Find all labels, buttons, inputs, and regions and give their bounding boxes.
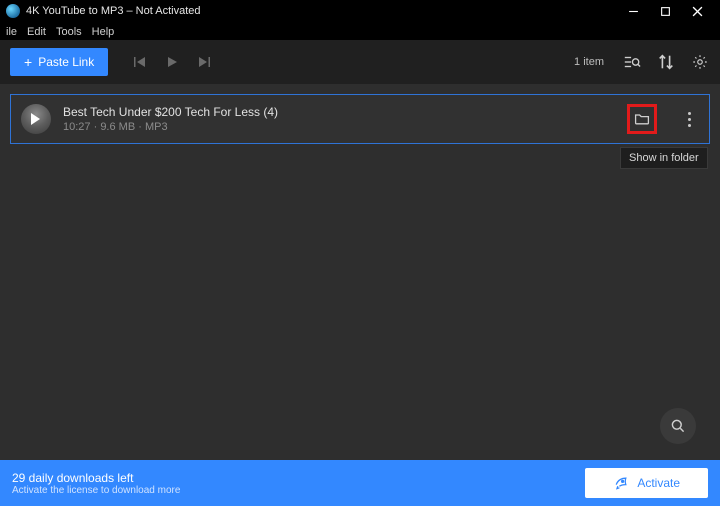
toolbar: + Paste Link 1 item [0,40,720,84]
play-button[interactable] [164,54,180,70]
toolbar-right: 1 item [574,52,710,72]
next-track-button[interactable] [196,54,212,70]
window-title: 4K YouTube to MP3 – Not Activated [26,5,626,17]
track-title: Best Tech Under $200 Tech For Less (4) [63,105,278,119]
footer: 29 daily downloads left Activate the lic… [0,460,720,506]
track-row[interactable]: Best Tech Under $200 Tech For Less (4) 1… [10,94,710,144]
menu-file[interactable]: ile [2,26,21,38]
menubar: ile Edit Tools Help [0,22,720,40]
downloads-left: 29 daily downloads left [12,471,180,485]
activate-button[interactable]: Activate [585,468,708,498]
plus-icon: + [24,55,32,69]
search-fab-button[interactable] [660,408,696,444]
track-info: Best Tech Under $200 Tech For Less (4) 1… [63,105,278,133]
track-menu-button[interactable] [679,112,699,127]
item-count: 1 item [574,56,604,68]
activate-icon [613,475,629,491]
paste-link-label: Paste Link [38,55,94,69]
track-meta: 10:27 · 9.6 MB · MP3 [63,121,278,133]
tooltip-show-in-folder: Show in folder [620,147,708,169]
footer-left: 29 daily downloads left Activate the lic… [12,471,180,496]
titlebar: 4K YouTube to MP3 – Not Activated [0,0,720,22]
show-in-folder-button[interactable] [627,104,657,134]
menu-edit[interactable]: Edit [23,26,50,38]
paste-link-button[interactable]: + Paste Link [10,48,108,76]
playback-controls [132,54,212,70]
menu-tools[interactable]: Tools [52,26,86,38]
app-logo-icon [6,4,20,18]
activate-label: Activate [637,476,680,490]
content-area: Best Tech Under $200 Tech For Less (4) 1… [0,84,720,460]
minimize-button[interactable] [626,4,640,18]
menu-help[interactable]: Help [88,26,119,38]
track-format: MP3 [145,121,168,133]
previous-track-button[interactable] [132,54,148,70]
downloads-subtitle: Activate the license to download more [12,485,180,496]
search-list-button[interactable] [622,52,642,72]
sort-button[interactable] [656,52,676,72]
window-controls [626,4,714,18]
settings-button[interactable] [690,52,710,72]
track-thumbnail-icon [21,104,51,134]
track-size: 9.6 MB [100,121,135,133]
maximize-button[interactable] [658,4,672,18]
close-button[interactable] [690,4,704,18]
track-duration: 10:27 [63,121,91,133]
